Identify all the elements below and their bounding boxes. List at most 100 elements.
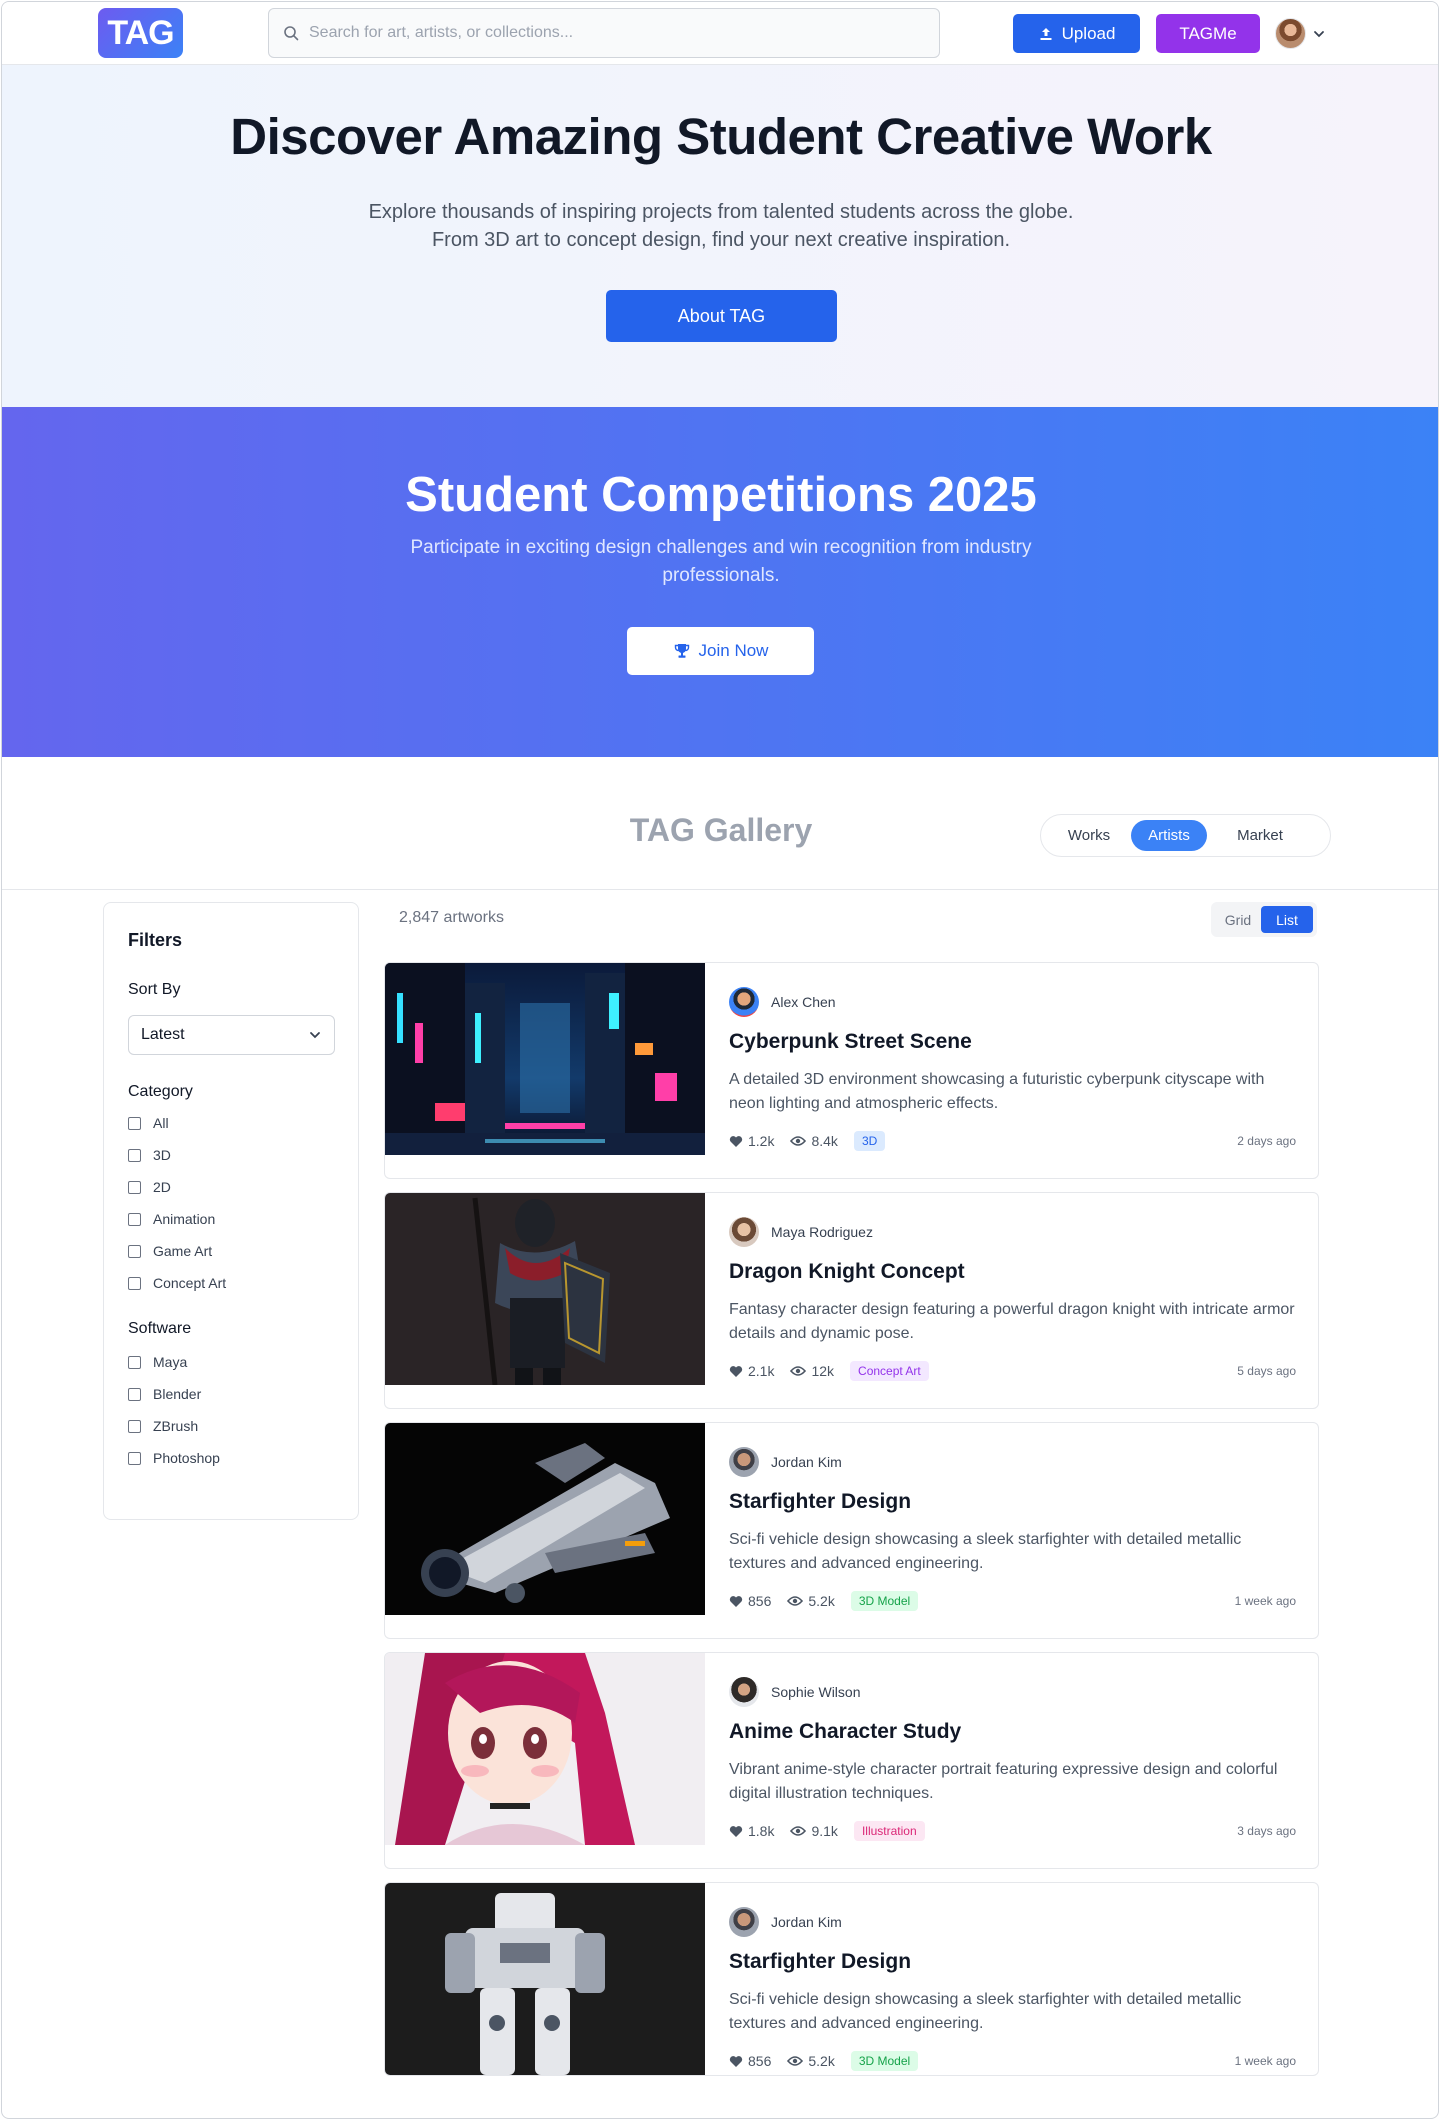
option-label: All [153, 1115, 169, 1131]
author-name[interactable]: Alex Chen [771, 994, 836, 1010]
artwork-card[interactable]: Maya Rodriguez Dragon Knight Concept Fan… [384, 1192, 1319, 1409]
author[interactable]: Maya Rodriguez [729, 1217, 873, 1247]
checkbox[interactable] [128, 1387, 141, 1401]
sort-select[interactable]: Latest [128, 1015, 335, 1055]
artwork-title[interactable]: Dragon Knight Concept [729, 1260, 965, 1284]
sort-value: Latest [141, 1026, 185, 1043]
software-option[interactable]: Photoshop [128, 1450, 220, 1466]
category-option[interactable]: 3D [128, 1147, 171, 1163]
checkbox[interactable] [128, 1148, 141, 1162]
likes-count: 1.2k [748, 1133, 775, 1149]
likes[interactable]: 1.8k [729, 1823, 774, 1839]
user-menu[interactable] [1275, 18, 1326, 49]
category-option[interactable]: Concept Art [128, 1275, 226, 1291]
heart-icon [729, 1825, 743, 1837]
artwork-description: A detailed 3D environment showcasing a f… [729, 1071, 1265, 1112]
tab-artists[interactable]: Artists [1131, 820, 1207, 851]
author-avatar[interactable] [729, 1907, 759, 1937]
author-avatar[interactable] [729, 1677, 759, 1707]
artwork-title[interactable]: Starfighter Design [729, 1950, 911, 1974]
author[interactable]: Jordan Kim [729, 1447, 842, 1477]
artwork-title[interactable]: Cyberpunk Street Scene [729, 1030, 972, 1054]
tag-logo[interactable]: TAG [98, 8, 183, 58]
category-tag[interactable]: Illustration [853, 1821, 925, 1841]
hero-section: Discover Amazing Student Creative Work E… [2, 65, 1438, 407]
checkbox[interactable] [128, 1451, 141, 1465]
author-name[interactable]: Jordan Kim [771, 1914, 842, 1930]
author-name[interactable]: Jordan Kim [771, 1454, 842, 1470]
artwork-thumbnail[interactable] [385, 1653, 705, 1845]
grid-view-button[interactable]: Grid [1215, 906, 1261, 933]
chevron-down-icon [310, 1032, 320, 1039]
posted-time: 2 days ago [1237, 1134, 1296, 1148]
software-label: Software [128, 1320, 192, 1337]
checkbox[interactable] [128, 1276, 141, 1290]
checkbox[interactable] [128, 1180, 141, 1194]
category-tag[interactable]: 3D Model [850, 1591, 919, 1611]
view-toggle: Grid List [1211, 902, 1317, 937]
tagme-button[interactable]: TAGMe [1156, 14, 1260, 53]
option-label: Concept Art [153, 1275, 227, 1291]
artwork-thumbnail[interactable] [385, 1423, 705, 1615]
trophy-icon [674, 644, 689, 658]
author-name[interactable]: Sophie Wilson [771, 1684, 861, 1700]
search-input[interactable] [309, 24, 909, 42]
artwork-title[interactable]: Anime Character Study [729, 1720, 961, 1744]
sort-by-label: Sort By [128, 981, 181, 998]
author-avatar[interactable] [729, 987, 759, 1017]
likes[interactable]: 2.1k [729, 1363, 774, 1379]
tab-works[interactable]: Works [1047, 820, 1131, 851]
likes[interactable]: 856 [729, 2053, 771, 2069]
artwork-card[interactable]: Jordan Kim Starfighter Design Sci-fi veh… [384, 1422, 1319, 1639]
about-tag-button[interactable]: About TAG [606, 290, 837, 342]
category-option[interactable]: All [128, 1115, 169, 1131]
category-tag[interactable]: 3D Model [850, 2051, 919, 2071]
software-option[interactable]: Maya [128, 1354, 187, 1370]
artwork-thumbnail[interactable] [385, 963, 705, 1155]
views-count: 9.1k [811, 1823, 838, 1839]
author-avatar[interactable] [729, 1447, 759, 1477]
artwork-meta: 856 5.2k 3D Model [729, 1591, 919, 1611]
author-avatar[interactable] [729, 1217, 759, 1247]
eye-icon [790, 1366, 807, 1376]
artwork-thumbnail[interactable] [385, 1193, 705, 1385]
hero-subtitle-line2: From 3D art to concept design, find your… [431, 229, 1011, 251]
artwork-card[interactable]: Jordan Kim Starfighter Design Sci-fi veh… [384, 1882, 1319, 2076]
tab-market[interactable]: Market [1207, 820, 1313, 851]
software-option[interactable]: ZBrush [128, 1418, 198, 1434]
upload-icon [1040, 27, 1052, 40]
author-name[interactable]: Maya Rodriguez [771, 1224, 873, 1240]
category-label: Category [128, 1083, 193, 1100]
artwork-card[interactable]: Alex Chen Cyberpunk Street Scene A detai… [384, 962, 1319, 1179]
chevron-down-icon[interactable] [1312, 27, 1326, 41]
checkbox[interactable] [128, 1244, 141, 1258]
eye-icon [790, 1826, 807, 1836]
likes[interactable]: 856 [729, 1593, 771, 1609]
artwork-thumbnail[interactable] [385, 1883, 705, 2075]
author[interactable]: Jordan Kim [729, 1907, 842, 1937]
artwork-card[interactable]: Sophie Wilson Anime Character Study Vibr… [384, 1652, 1319, 1869]
category-option[interactable]: Animation [128, 1211, 215, 1227]
upload-button[interactable]: Upload [1013, 14, 1140, 53]
checkbox[interactable] [128, 1212, 141, 1226]
likes[interactable]: 1.2k [729, 1133, 774, 1149]
checkbox[interactable] [128, 1116, 141, 1130]
join-now-button[interactable]: Join Now [627, 627, 814, 675]
category-option[interactable]: 2D [128, 1179, 171, 1195]
user-avatar[interactable] [1275, 18, 1306, 49]
views-count: 5.2k [808, 1593, 835, 1609]
category-tag[interactable]: Concept Art [850, 1361, 929, 1381]
option-label: 3D [153, 1147, 171, 1163]
software-option[interactable]: Blender [128, 1386, 201, 1402]
search-bar[interactable] [268, 8, 940, 58]
checkbox[interactable] [128, 1419, 141, 1433]
list-view-button[interactable]: List [1261, 906, 1313, 933]
artwork-title[interactable]: Starfighter Design [729, 1490, 911, 1514]
views: 8.4k [790, 1133, 838, 1149]
views: 9.1k [790, 1823, 838, 1839]
category-option[interactable]: Game Art [128, 1243, 212, 1259]
category-tag[interactable]: 3D [853, 1131, 886, 1151]
author[interactable]: Sophie Wilson [729, 1677, 861, 1707]
checkbox[interactable] [128, 1355, 141, 1369]
author[interactable]: Alex Chen [729, 987, 836, 1017]
